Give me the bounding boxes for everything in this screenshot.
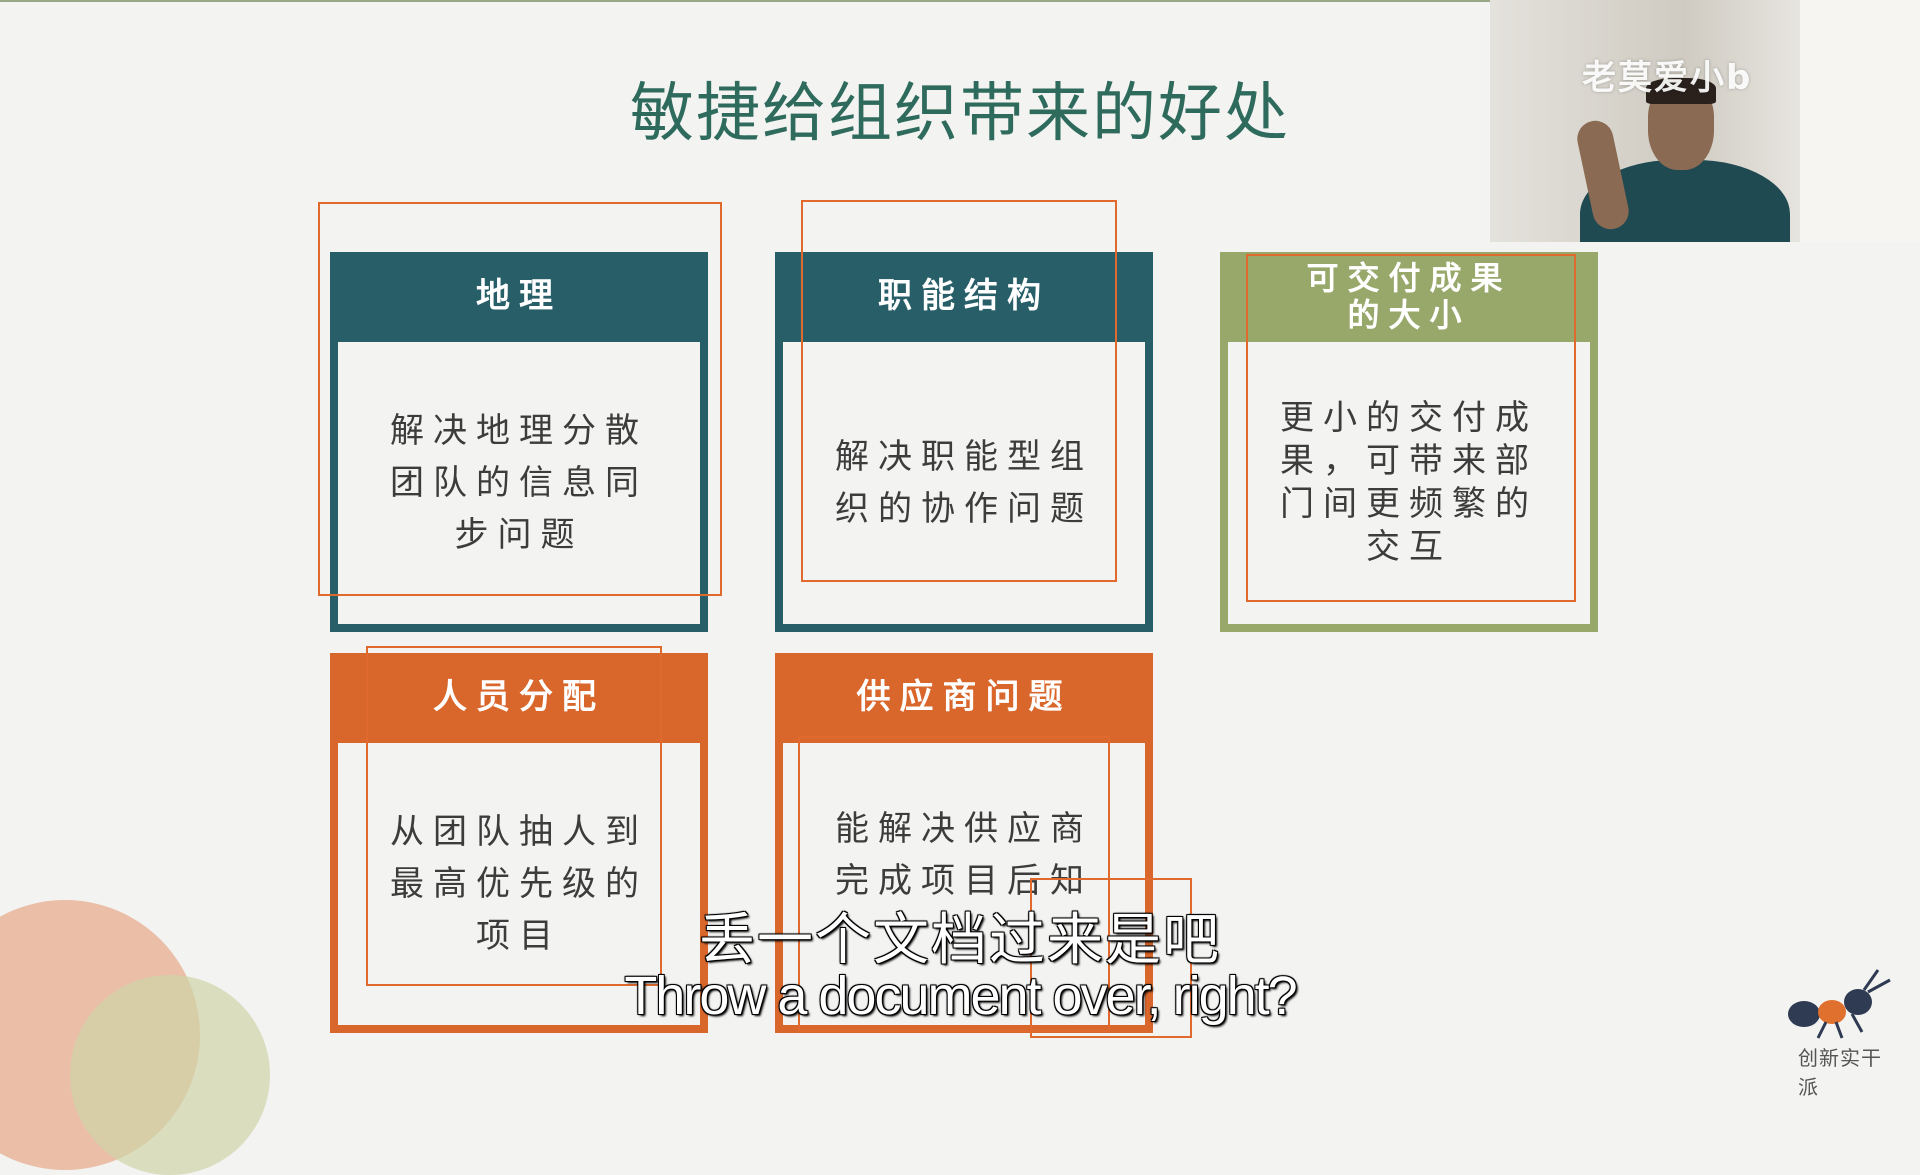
webcam-background: [1800, 0, 1920, 242]
logo-text: 创新实干派: [1798, 1046, 1882, 1099]
card-body: 能解决供应商 完成项目后知: [783, 743, 1145, 1025]
card-deliverable: 可交付成果 的大小 更小的交付成 果，可带来部 门间更频繁的 交互: [1220, 252, 1598, 632]
card-body: 从团队抽人到 最高优先级的 项目: [338, 743, 700, 1025]
card-body: 解决职能型组 织的协作问题: [783, 342, 1145, 624]
card-heading: 供应商问题: [856, 677, 1072, 718]
card-heading: 地理: [476, 276, 562, 317]
slide-title: 敏捷给组织带来的好处: [630, 77, 1290, 151]
brand-logo: 创新实干派: [1782, 962, 1902, 1099]
card-staffing: 人员分配 从团队抽人到 最高优先级的 项目: [330, 653, 708, 1033]
card-heading: 人员分配: [433, 677, 605, 718]
card-heading: 可交付成果 的大小: [1306, 259, 1512, 334]
decorative-blob: [70, 975, 270, 1175]
card-geography: 地理 解决地理分散 团队的信息同 步问题: [330, 252, 708, 632]
channel-watermark: 老莫爱小b: [1582, 58, 1753, 98]
card-supplier: 供应商问题 能解决供应商 完成项目后知: [775, 653, 1153, 1033]
card-heading: 职能结构: [878, 276, 1050, 317]
ant-icon: [1788, 969, 1891, 1039]
card-function: 职能结构 解决职能型组 织的协作问题: [775, 252, 1153, 632]
card-body: 更小的交付成 果，可带来部 门间更频繁的 交互: [1228, 342, 1590, 624]
webcam-video: 老莫爱小b: [1490, 0, 1920, 242]
card-body: 解决地理分散 团队的信息同 步问题: [338, 342, 700, 624]
